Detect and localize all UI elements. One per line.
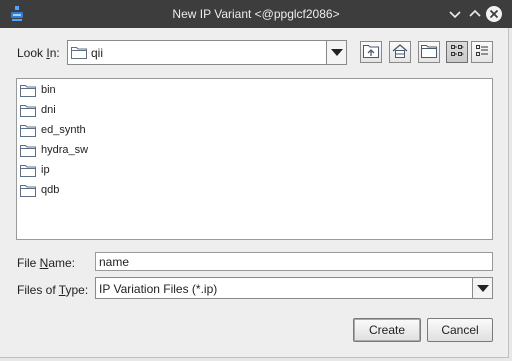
list-item[interactable]: ip [20,161,50,179]
cancel-button[interactable]: Cancel [427,318,493,342]
folder-icon [71,46,87,62]
create-button[interactable]: Create [353,318,421,342]
folder-icon [20,184,36,197]
file-list[interactable]: bin dni ed_synth hydra_sw ip qdb [16,78,493,240]
file-type-label: Files of Type: [17,283,89,297]
look-in-dropdown-button[interactable] [326,41,346,64]
chevron-down-icon [330,49,343,56]
file-name-label: File Name: [17,256,76,270]
list-view-button[interactable] [446,41,468,63]
chevron-down-icon[interactable] [446,5,464,23]
folder-icon [20,84,36,97]
list-item-label: ed_synth [41,124,86,136]
home-icon [392,43,408,61]
folder-up-icon [363,44,379,61]
new-folder-button[interactable] [418,41,440,63]
up-one-level-button[interactable] [360,41,382,63]
list-item-label: hydra_sw [41,144,89,156]
list-item-label: dni [41,104,56,116]
list-item-label: bin [41,84,56,96]
folder-icon [20,144,36,157]
close-icon[interactable] [485,5,503,23]
file-type-combo[interactable]: IP Variation Files (*.ip) [95,277,493,299]
folder-icon [20,104,36,117]
list-item-label: qdb [41,184,60,196]
folder-icon [20,164,36,177]
look-in-label: Look In: [17,46,60,60]
file-type-value: IP Variation Files (*.ip) [99,282,218,296]
chevron-down-icon [476,284,489,292]
file-dialog: Look In: qii bin dni ed_synth hydra_sw i… [0,28,509,358]
chevron-up-icon[interactable] [466,5,484,23]
details-view-button[interactable] [471,41,493,63]
file-type-dropdown-button[interactable] [472,278,492,298]
list-item-label: ip [41,164,50,176]
list-item[interactable]: hydra_sw [20,141,88,159]
folder-icon [20,124,36,137]
list-item[interactable]: dni [20,101,56,119]
new-folder-icon [421,44,437,61]
details-view-icon [475,44,489,61]
file-name-input[interactable] [95,252,493,271]
list-item[interactable]: bin [20,81,56,99]
window-title: New IP Variant <@ppglcf2086> [172,7,340,21]
title-bar[interactable]: New IP Variant <@ppglcf2086> [0,0,512,28]
look-in-value: qii [91,46,104,60]
home-button[interactable] [389,41,411,63]
list-item[interactable]: ed_synth [20,121,86,139]
list-view-icon [450,44,464,61]
look-in-combo[interactable]: qii [67,40,347,65]
list-item[interactable]: qdb [20,181,59,199]
